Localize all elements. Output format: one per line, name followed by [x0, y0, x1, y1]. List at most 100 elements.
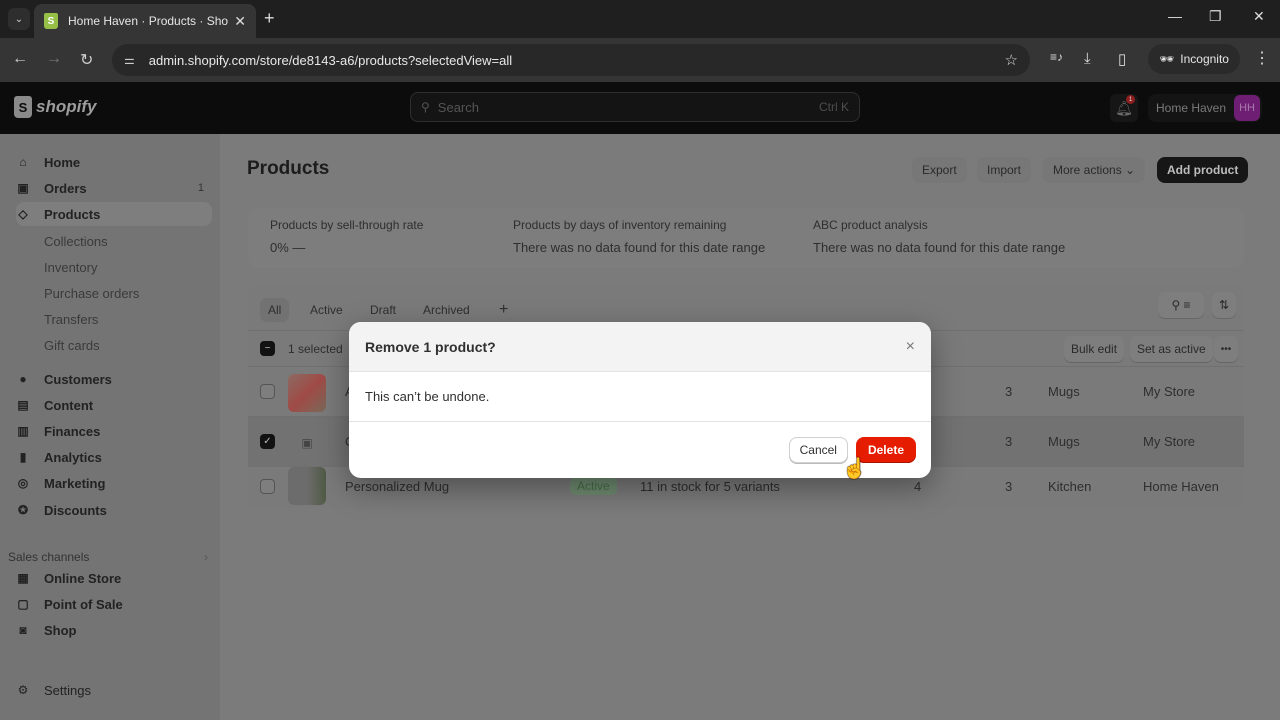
row-checkbox[interactable] — [260, 384, 275, 399]
cancel-button[interactable]: Cancel — [788, 437, 848, 463]
sidebar-item-customers[interactable]: ● Customers — [16, 367, 212, 391]
dialog-title: Remove 1 product? — [365, 338, 496, 355]
avatar: HH — [1234, 95, 1261, 121]
tab-search-button[interactable]: ⌄ — [8, 8, 30, 30]
sidebar-item-home[interactable]: ⌂ Home — [16, 150, 212, 174]
sidebar-item-point-of-sale[interactable]: ▢ Point of Sale — [16, 592, 212, 616]
markets-count: 3 — [1005, 384, 1013, 399]
download-icon[interactable]: ⤓ — [1084, 50, 1091, 67]
remove-product-dialog: Remove 1 product? × This can’t be undone… — [349, 322, 931, 478]
product-category: Mugs — [1048, 384, 1080, 399]
sidebar-item-label: Analytics — [44, 449, 102, 465]
add-view-button[interactable]: + — [491, 298, 516, 322]
sidebar-item-inventory[interactable]: Inventory — [16, 255, 212, 279]
select-all-checkbox[interactable]: − — [260, 341, 275, 356]
selected-count: 1 selected — [288, 342, 343, 356]
sidebar-item-content[interactable]: ▤ Content — [16, 393, 212, 417]
metric-label: Products by days of inventory remaining — [513, 218, 727, 232]
bulk-edit-button[interactable]: Bulk edit — [1064, 336, 1125, 362]
back-icon[interactable]: ← — [12, 50, 28, 68]
sidebar-item-label: Discounts — [44, 502, 107, 518]
sidebar-item-label: Marketing — [44, 475, 106, 491]
shop-icon: ◙ — [19, 623, 27, 637]
status-badge: Active — [570, 477, 617, 495]
orders-count-badge: 1 — [197, 182, 204, 194]
media-controls-icon[interactable]: ≡♪ — [1050, 50, 1063, 64]
sidebar-item-orders[interactable]: ▣ Orders 1 — [16, 176, 212, 200]
metric-abc-analysis[interactable]: ABC product analysis There was no data fo… — [813, 218, 1065, 255]
sort-icon: ⇅ — [1218, 298, 1230, 312]
store-name: Home Haven — [1156, 101, 1227, 115]
store-menu-button[interactable]: Home Haven HH — [1148, 94, 1263, 122]
product-vendor: Home Haven — [1143, 479, 1219, 494]
site-info-icon[interactable]: ⚌ — [124, 53, 135, 67]
metric-sell-through[interactable]: Products by sell-through rate 0% — — [270, 218, 423, 255]
sidebar-item-gift-cards[interactable]: Gift cards — [16, 333, 212, 357]
search-filter-button[interactable]: ⚲ ≡ — [1158, 292, 1204, 318]
target-icon: ◎ — [17, 476, 29, 490]
dialog-header: Remove 1 product? × — [349, 322, 931, 372]
tab-close-icon[interactable]: ✕ — [234, 13, 246, 30]
minimize-icon[interactable]: — — [1168, 8, 1182, 24]
more-bulk-actions-button[interactable]: ••• — [1214, 336, 1238, 362]
address-bar[interactable]: ⚌ admin.shopify.com/store/de8143-a6/prod… — [112, 44, 1030, 76]
sidebar-item-marketing[interactable]: ◎ Marketing — [16, 471, 212, 495]
browser-tab-bar: ⌄ S Home Haven · Products · Shopify ✕ + … — [0, 0, 1280, 38]
notification-badge: 1 — [1126, 95, 1135, 104]
tab-draft[interactable]: Draft — [362, 298, 404, 322]
sidebar-item-analytics[interactable]: ▮ Analytics — [16, 445, 212, 469]
browser-tab[interactable]: S Home Haven · Products · Shopify ✕ — [34, 4, 256, 38]
forward-icon[interactable]: → — [46, 50, 62, 68]
browser-menu-icon[interactable]: ⋮ — [1254, 48, 1270, 68]
sales-channels-header[interactable]: Sales channels › — [8, 550, 208, 564]
search-icon: ⚲ ≡ — [1171, 298, 1191, 312]
row-checkbox[interactable] — [260, 479, 275, 494]
set-as-active-button[interactable]: Set as active — [1130, 336, 1213, 362]
tab-all[interactable]: All — [260, 298, 290, 322]
new-tab-button[interactable]: + — [264, 8, 275, 29]
tab-archived[interactable]: Archived — [415, 298, 478, 322]
product-name[interactable]: Personalized Mug — [345, 479, 449, 494]
metric-days-inventory[interactable]: Products by days of inventory remaining T… — [513, 218, 765, 255]
metric-value: There was no data found for this date ra… — [513, 240, 766, 255]
logo-text: shopify — [36, 97, 97, 116]
bookmark-star-icon[interactable]: ☆ — [1005, 51, 1018, 69]
side-panel-icon[interactable]: ▯ — [1118, 50, 1126, 68]
dialog-body: This can’t be undone. — [349, 372, 931, 422]
sidebar-item-collections[interactable]: Collections — [16, 229, 212, 253]
reload-icon[interactable]: ↻ — [80, 50, 93, 70]
inventory-text: 11 in stock for 5 variants — [640, 479, 780, 494]
row-checkbox[interactable]: ✓ — [260, 434, 275, 449]
shopify-bag-icon: S — [14, 96, 32, 118]
import-button[interactable]: Import — [977, 157, 1032, 183]
notifications-button[interactable]: 🔔︎ 1 — [1110, 94, 1138, 122]
shopify-logo[interactable]: S shopify — [14, 96, 96, 118]
sidebar-item-label: Settings — [44, 682, 91, 698]
search-icon: ⚲ — [421, 100, 430, 114]
markets-count: 3 — [1005, 479, 1013, 494]
window-close-icon[interactable]: ✕ — [1253, 8, 1265, 25]
sidebar-item-finances[interactable]: ▥ Finances — [16, 419, 212, 443]
sidebar-item-discounts[interactable]: ✪ Discounts — [16, 498, 212, 522]
sidebar-item-settings[interactable]: ⚙ Settings — [16, 678, 212, 702]
more-actions-button[interactable]: More actions ⌄ — [1043, 157, 1146, 183]
sidebar-item-products[interactable]: ◇ Products — [16, 202, 212, 226]
sort-button[interactable]: ⇅ — [1212, 292, 1236, 318]
restore-icon[interactable]: ❐ — [1209, 8, 1222, 25]
search-input[interactable]: ⚲ Search Ctrl K — [410, 92, 860, 122]
export-button[interactable]: Export — [912, 157, 967, 183]
sidebar-item-label: Products — [44, 206, 101, 222]
sidebar-item-online-store[interactable]: ▦ Online Store — [16, 566, 212, 590]
tab-active[interactable]: Active — [302, 298, 351, 322]
dialog-message: This can’t be undone. — [365, 389, 490, 404]
incognito-badge[interactable]: 🕶 Incognito — [1148, 44, 1240, 74]
sidebar-item-purchase-orders[interactable]: Purchase orders — [16, 281, 212, 305]
orders-icon: ▣ — [17, 181, 29, 195]
add-product-button[interactable]: Add product — [1157, 157, 1249, 183]
tab-title: Home Haven · Products · Shopify — [68, 14, 229, 28]
sales-channels-count: 4 — [914, 479, 922, 494]
sidebar-item-shop[interactable]: ◙ Shop — [16, 618, 212, 642]
close-icon[interactable]: × — [906, 338, 915, 356]
sidebar-item-transfers[interactable]: Transfers — [16, 307, 212, 331]
home-icon: ⌂ — [19, 155, 27, 169]
